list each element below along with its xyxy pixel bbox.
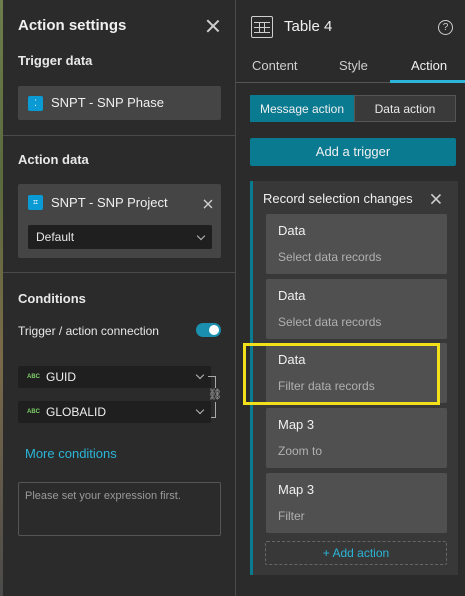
expression-box[interactable]: Please set your expression first. [18, 482, 221, 536]
action-card[interactable]: Data Select data records [266, 279, 447, 339]
widget-title: Table 4 [284, 18, 333, 35]
expression-placeholder: Please set your expression first. [25, 490, 181, 502]
chevron-down-icon [196, 231, 206, 241]
trigger-data-source[interactable]: ⁚ SNPT - SNP Phase [18, 86, 221, 120]
action-settings-panel: Action settings Trigger data ⁚ SNPT - SN… [3, 0, 235, 596]
trigger-field-name: GUID [46, 370, 76, 384]
action-field-name: GLOBALID [46, 405, 107, 419]
string-type-icon: ABC [27, 409, 40, 415]
help-icon[interactable]: ? [438, 20, 453, 35]
action-card-title: Map 3 [278, 417, 315, 432]
add-trigger-button[interactable]: Add a trigger [250, 138, 456, 166]
more-conditions-link[interactable]: More conditions [25, 446, 117, 461]
dataset-icon: ⁚ [28, 96, 43, 111]
action-card-subtitle: Filter [278, 509, 305, 523]
trigger-source-name: SNPT - SNP Phase [51, 95, 164, 110]
view-select[interactable]: Default [28, 225, 212, 249]
action-card-subtitle: Zoom to [278, 444, 323, 458]
active-tab-indicator [390, 80, 465, 83]
string-type-icon: ABC [27, 374, 40, 380]
action-card[interactable]: Map 3 Zoom to [266, 408, 447, 468]
add-action-button[interactable]: + Add action [265, 541, 447, 565]
close-icon[interactable] [430, 193, 443, 206]
tab-content[interactable]: Content [252, 58, 298, 73]
action-card-subtitle: Select data records [278, 250, 382, 264]
highlight-box [243, 343, 440, 405]
action-card-title: Data [278, 288, 306, 303]
panel-title: Action settings [18, 17, 127, 34]
message-action-tab[interactable]: Message action [250, 95, 354, 122]
divider [3, 135, 235, 136]
action-card[interactable]: Map 3 Filter [266, 473, 447, 533]
action-card-title: Data [278, 223, 306, 238]
table-icon [251, 16, 273, 38]
tab-style[interactable]: Style [339, 58, 368, 73]
view-select-value: Default [36, 230, 75, 244]
action-data-label: Action data [18, 152, 89, 167]
action-card-subtitle: Select data records [278, 315, 382, 329]
connection-toggle[interactable] [196, 323, 221, 337]
trigger-data-label: Trigger data [18, 53, 93, 68]
conditions-label: Conditions [18, 291, 86, 306]
divider [3, 272, 235, 273]
trigger-field-select[interactable]: ABC GUID [18, 366, 211, 388]
chevron-down-icon [195, 405, 205, 415]
action-card-title: Map 3 [278, 482, 315, 497]
action-card[interactable]: Data Select data records [266, 214, 447, 274]
tab-action[interactable]: Action [411, 58, 447, 73]
data-action-tab[interactable]: Data action [354, 95, 456, 122]
close-icon[interactable] [205, 18, 221, 34]
link-icon[interactable]: ⛓ [208, 388, 222, 402]
widget-settings-panel: Table 4 ? Content Style Action Message a… [236, 0, 465, 596]
connection-label: Trigger / action connection [18, 324, 159, 338]
remove-source-icon[interactable] [202, 198, 213, 209]
action-data-source: ⌗ SNPT - SNP Project Default [18, 184, 221, 258]
chevron-down-icon [195, 370, 205, 380]
action-field-select[interactable]: ABC GLOBALID [18, 401, 211, 423]
trigger-title: Record selection changes [263, 191, 413, 206]
action-source-name: SNPT - SNP Project [51, 195, 168, 210]
dataset-icon: ⌗ [28, 195, 43, 210]
